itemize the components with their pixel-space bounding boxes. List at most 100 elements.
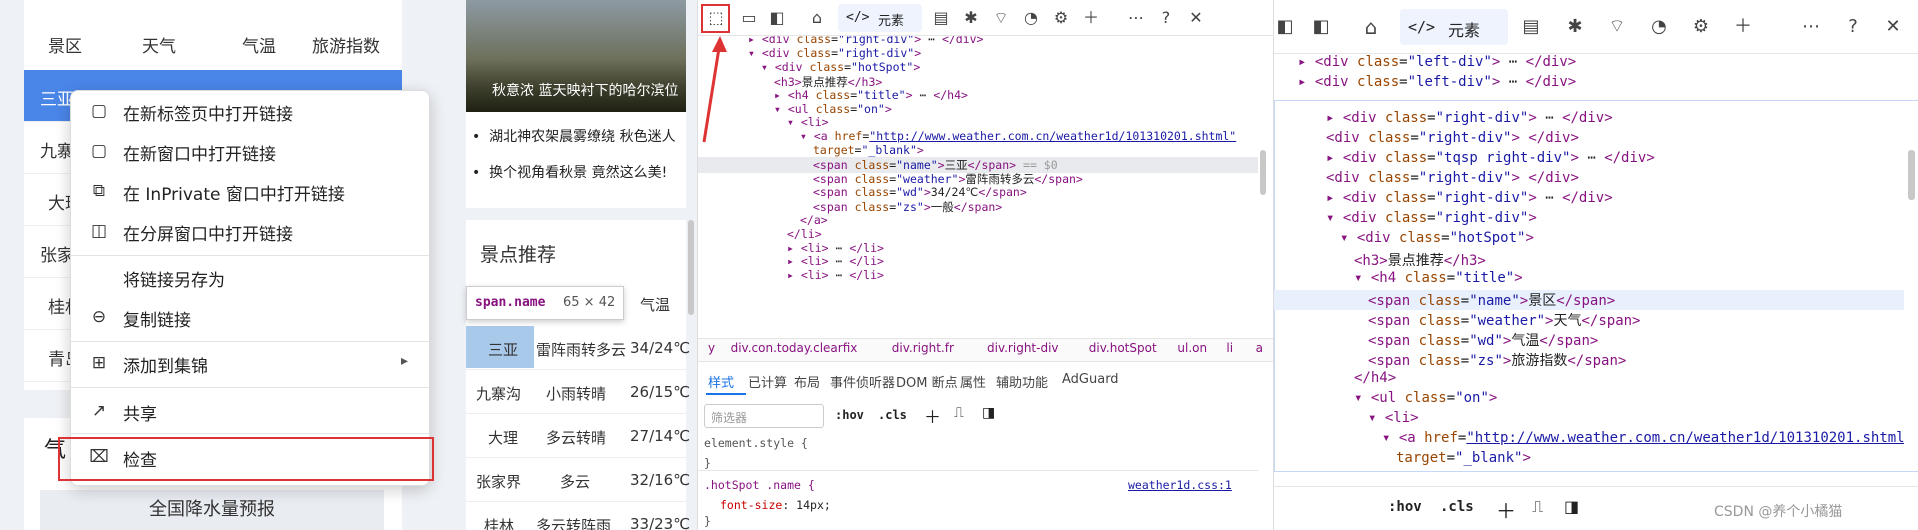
dom-node[interactable]: ▸ <li> ⋯ </li> <box>787 241 884 255</box>
close-icon[interactable]: ✕ <box>1185 7 1207 29</box>
network-icon[interactable]: ⌔ <box>1606 16 1628 38</box>
tab-elements[interactable]: </> 元素 <box>838 4 922 32</box>
cls-toggle[interactable]: .cls <box>1440 499 1474 515</box>
computed-sidebar-icon[interactable]: ◨ <box>1564 497 1579 516</box>
rain-forecast-button[interactable]: 全国降水量预报 <box>40 490 384 530</box>
new-rule-plus-icon[interactable]: ＋ <box>1496 495 1516 524</box>
tab-elements[interactable]: </> 元素 <box>1400 9 1508 45</box>
menu-open-inprivate[interactable]: ⧉ 在 InPrivate 窗口中打开链接 <box>71 173 429 209</box>
dom-node[interactable]: <span class="zs">一般</span> <box>813 199 1002 215</box>
dom-node[interactable]: ▸ <h4 class="title"> ⋯ </h4> <box>774 88 968 102</box>
rule-property[interactable]: font-size <box>720 498 782 512</box>
page-scrollbar[interactable] <box>688 220 694 315</box>
settings-gear-icon[interactable]: ⚙ <box>1690 16 1712 38</box>
breadcrumb-item[interactable]: ul.on <box>1177 341 1207 355</box>
dock-side-icon[interactable]: ◧ <box>1310 16 1332 38</box>
console-icon[interactable]: ▤ <box>1520 16 1542 38</box>
debug-icon[interactable]: ✱ <box>1564 16 1586 38</box>
dom-node[interactable]: ▸ <div class="right-div"> ⋯ </div> <box>1326 110 1613 126</box>
menu-open-split-screen[interactable]: ◫ 在分屏窗口中打开链接 <box>71 213 429 249</box>
dom-node[interactable]: <div class="right-div"> </div> <box>1326 130 1579 146</box>
dom-tree[interactable]: ▸ <div class="right-div"> ⋯ </div> ▾ <div… <box>698 36 1258 336</box>
cls-toggle[interactable]: .cls <box>878 408 907 422</box>
breadcrumb-item[interactable]: div.con.today.clearfix <box>731 341 858 355</box>
hov-toggle[interactable]: :hov <box>1388 499 1422 515</box>
dom-node[interactable]: ▾ <div class="right-div"> <box>1326 210 1537 226</box>
more-options-icon[interactable]: ⋯ <box>1125 7 1147 29</box>
dom-node[interactable]: ▾ <li> <box>787 115 829 129</box>
dom-node[interactable]: ▾ <div class="right-div"> <box>748 46 921 60</box>
dom-node[interactable]: ▸ <div class="left-div"> ⋯ </div> <box>1298 74 1576 90</box>
new-rule-plus-icon[interactable]: ＋ <box>924 403 941 428</box>
dom-node[interactable]: <span class="zs">旅游指数</span> <box>1368 350 1626 370</box>
console-icon[interactable]: ▤ <box>930 7 952 29</box>
dom-node[interactable]: <h3>景点推荐</h3> <box>1354 250 1486 270</box>
dom-node[interactable]: ▾ <a href="http://www.weather.com.cn/wea… <box>1382 430 1904 446</box>
computed-sidebar-icon[interactable]: ◨ <box>982 405 995 421</box>
menu-copy-link[interactable]: ⊖ 复制链接 <box>71 299 429 335</box>
dock-icon[interactable]: ◧ <box>1274 16 1296 38</box>
breadcrumb-item[interactable]: li <box>1226 341 1233 355</box>
dom-node[interactable]: ▸ <li> ⋯ </li> <box>787 254 884 268</box>
menu-share[interactable]: ↗ 共享 <box>71 393 429 429</box>
more-options-icon[interactable]: ⋯ <box>1800 16 1822 38</box>
styles-tab[interactable]: 样式 <box>708 372 734 391</box>
dom-node[interactable]: ▸ <li> ⋯ </li> <box>787 268 884 282</box>
menu-add-to-collections[interactable]: ⊞ 添加到集锦 ▸ <box>71 345 429 381</box>
performance-icon[interactable]: ◔ <box>1648 16 1670 38</box>
dom-node[interactable]: ▸ <div class="tqsp right-div"> ⋯ </div> <box>1326 150 1655 166</box>
help-icon[interactable]: ? <box>1155 7 1177 29</box>
menu-open-new-tab[interactable]: ▢ 在新标签页中打开链接 <box>71 93 429 129</box>
dom-node[interactable]: </a> <box>800 213 828 227</box>
breadcrumb-item[interactable]: div.right-div <box>987 341 1059 355</box>
dom-scrollbar[interactable] <box>1260 150 1266 195</box>
more-tools-plus-icon[interactable]: ＋ <box>1732 16 1754 38</box>
dom-node[interactable]: ▾ <div class="hotSpot"> <box>761 60 920 74</box>
performance-icon[interactable]: ◔ <box>1020 7 1042 29</box>
welcome-home-icon[interactable]: ⌂ <box>1360 16 1382 38</box>
styles-tab[interactable]: 属性 <box>960 372 986 391</box>
table-row[interactable]: 桂林 多云转阵雨 33/23℃ <box>466 502 690 530</box>
breadcrumb-item[interactable]: div.right.fr <box>892 341 954 355</box>
table-row[interactable]: 张家界 多云 32/16℃ <box>466 458 690 502</box>
dom-node[interactable]: ▾ <h4 class="title"> <box>1354 270 1523 286</box>
styles-tab[interactable]: 辅助功能 <box>996 372 1048 391</box>
debug-icon[interactable]: ✱ <box>960 7 982 29</box>
breadcrumb-item[interactable]: a <box>1256 341 1263 355</box>
dom-node[interactable]: ▸ <div class="right-div"> ⋯ </div> <box>1326 190 1613 206</box>
dom-node[interactable]: </li> <box>787 227 822 241</box>
dom-node[interactable]: </h4> <box>1354 370 1396 386</box>
network-icon[interactable]: ⌔ <box>990 7 1012 29</box>
dom-scrollbar[interactable] <box>1908 150 1915 200</box>
dom-node[interactable]: <span class="wd">气温</span> <box>1368 330 1598 350</box>
dom-node[interactable]: ▾ <ul class="on"> <box>1354 390 1497 406</box>
dom-node[interactable]: ▾ <li> <box>1368 410 1419 426</box>
dom-node[interactable]: ▸ <div class="right-div"> ⋯ </div> <box>748 36 983 46</box>
inspect-mode-icon[interactable]: ⬚ <box>705 7 727 29</box>
dom-node[interactable]: target="_blank"> <box>813 143 924 157</box>
paint-brush-icon[interactable]: ⎍ <box>1532 497 1543 517</box>
table-row[interactable]: 九寨沟 小雨转晴 26/15℃ <box>466 370 690 414</box>
hov-toggle[interactable]: :hov <box>835 408 864 422</box>
styles-tab[interactable]: 已计算 <box>748 372 787 391</box>
dom-node[interactable]: <span class="wd">34/24℃</span> <box>813 185 1027 199</box>
styles-filter-input[interactable]: 筛选器 <box>704 404 824 428</box>
styles-tab[interactable]: 事件侦听器 <box>830 372 895 391</box>
dom-tree[interactable]: ▸ <div class="left-div"> ⋯ </div> ▸ <div … <box>1274 50 1904 470</box>
breadcrumb-item[interactable]: div.hotSpot <box>1089 341 1157 355</box>
more-tools-plus-icon[interactable]: ＋ <box>1080 7 1102 29</box>
news-item[interactable]: • 湖北神农架晨雾缭绕 秋色迷人 <box>472 126 676 146</box>
dock-icon[interactable]: ◧ <box>766 7 788 29</box>
table-row[interactable]: 三亚 雷阵雨转多云 34/24℃ <box>466 326 690 370</box>
menu-save-link-as[interactable]: 将链接另存为 <box>71 259 429 295</box>
breadcrumb-item[interactable]: y <box>708 341 715 355</box>
rule-source-link[interactable]: weather1d.css:1 <box>1128 478 1232 492</box>
dom-node[interactable]: <div class="right-div"> </div> <box>1326 170 1579 186</box>
dom-node[interactable]: <span class="name">景区</span> <box>1274 290 1904 310</box>
close-icon[interactable]: ✕ <box>1882 16 1904 38</box>
help-icon[interactable]: ? <box>1842 16 1864 38</box>
styles-tab[interactable]: AdGuard <box>1062 372 1119 387</box>
settings-gear-icon[interactable]: ⚙ <box>1050 7 1072 29</box>
styles-tab[interactable]: 布局 <box>794 372 820 391</box>
menu-open-new-window[interactable]: ▢ 在新窗口中打开链接 <box>71 133 429 169</box>
